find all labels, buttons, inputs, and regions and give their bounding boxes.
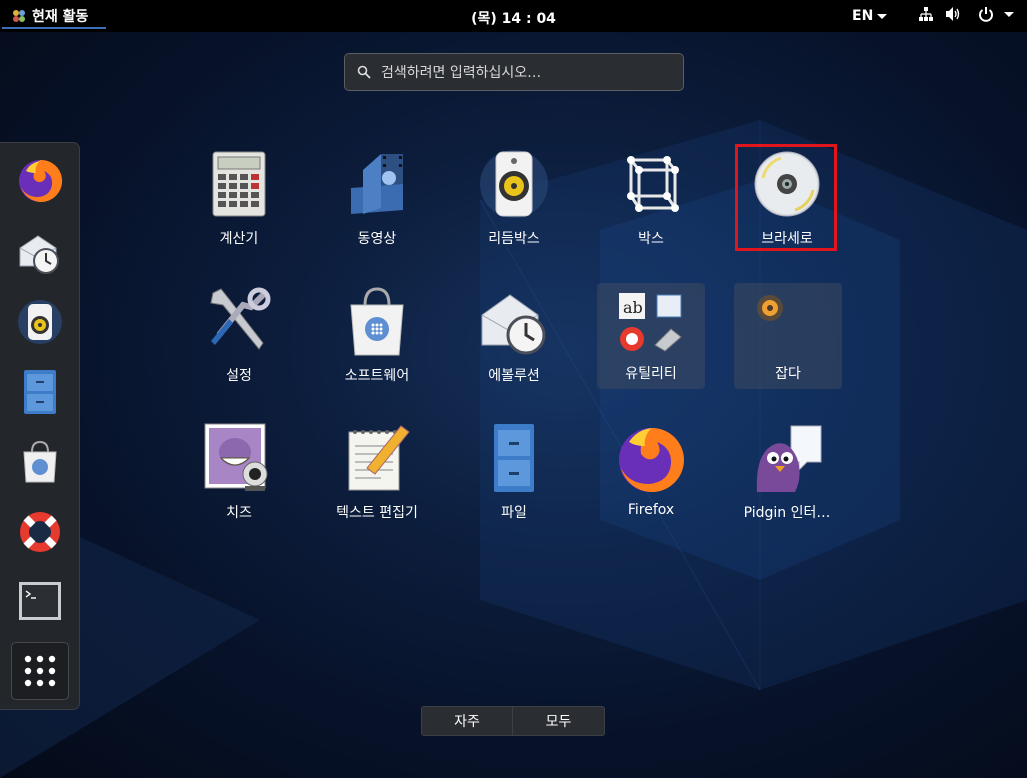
files-icon — [494, 424, 534, 492]
app-pidgin[interactable]: Pidgin 인터… — [733, 422, 841, 540]
app-cheese[interactable]: 치즈 — [185, 422, 293, 540]
dash-item-evolution[interactable] — [11, 223, 69, 281]
text-editor-icon — [348, 425, 410, 491]
dash-item-rhythmbox[interactable] — [11, 293, 69, 351]
help-icon — [20, 512, 60, 552]
app-evolution[interactable]: 에볼루션 — [460, 285, 568, 403]
language-selector[interactable]: EN — [852, 8, 888, 24]
top-bar: 현재 활동 (목) 14 : 04 EN — [0, 0, 1027, 32]
view-toggle: 자주 모두 — [421, 706, 605, 736]
terminal-icon — [19, 582, 61, 620]
app-boxes[interactable]: 박스 — [597, 148, 705, 266]
dash — [0, 142, 80, 710]
evolution-icon — [19, 235, 59, 274]
show-applications-button[interactable] — [11, 642, 69, 700]
dash-item-software[interactable] — [11, 433, 69, 491]
pidgin-icon — [756, 425, 822, 492]
app-calculator[interactable]: 계산기 — [185, 148, 293, 266]
app-label: 텍스트 편집기 — [336, 505, 418, 521]
app-firefox[interactable]: Firefox — [597, 422, 705, 540]
app-software[interactable]: 소프트웨어 — [323, 285, 431, 403]
dash-item-help[interactable] — [11, 503, 69, 561]
app-label: 계산기 — [219, 231, 259, 247]
dash-item-files[interactable] — [11, 363, 69, 421]
app-files[interactable]: 파일 — [460, 422, 568, 540]
power-icon — [979, 7, 993, 22]
app-videos[interactable]: 동영상 — [323, 148, 431, 266]
firefox-icon — [19, 159, 63, 202]
app-label: 파일 — [501, 505, 527, 521]
frequent-button[interactable]: 자주 — [421, 706, 513, 736]
show-apps-icon — [24, 655, 56, 687]
folder-label: 잡다 — [775, 366, 801, 382]
search-input[interactable]: 검색하려면 입력하십시오… — [344, 53, 684, 91]
calculator-icon — [212, 151, 266, 217]
all-button[interactable]: 모두 — [513, 706, 605, 736]
chevron-down-icon — [877, 13, 888, 19]
utilities-folder-icon: ab — [619, 293, 682, 352]
app-label: 리듬박스 — [488, 231, 540, 247]
app-label: 동영상 — [357, 231, 397, 247]
system-menu[interactable] — [918, 6, 1014, 22]
app-label: 에볼루션 — [488, 368, 540, 384]
dash-item-firefox[interactable] — [11, 152, 69, 210]
videos-icon — [351, 154, 403, 214]
volume-icon — [946, 7, 960, 21]
firefox-icon — [619, 427, 684, 492]
search-icon — [357, 65, 371, 79]
app-rhythmbox[interactable]: 리듬박스 — [460, 148, 568, 266]
software-icon — [23, 440, 57, 483]
network-icon — [919, 7, 933, 21]
search-placeholder: 검색하려면 입력하십시오… — [381, 65, 542, 81]
rhythmbox-icon — [480, 150, 548, 218]
cheese-icon — [204, 423, 268, 491]
sundry-folder-icon — [757, 295, 783, 321]
app-settings[interactable]: 설정 — [185, 285, 293, 403]
dash-item-terminal[interactable] — [11, 572, 69, 630]
app-label: 소프트웨어 — [344, 368, 410, 384]
boxes-icon — [627, 156, 679, 212]
app-label: Pidgin 인터… — [743, 505, 831, 521]
files-icon — [24, 370, 56, 414]
evolution-icon — [481, 294, 546, 355]
folder-label: 유틸리티 — [625, 366, 677, 382]
language-label: EN — [852, 8, 874, 24]
app-label: 설정 — [226, 368, 252, 384]
settings-icon — [210, 287, 271, 350]
software-icon — [350, 287, 404, 356]
app-label: 치즈 — [226, 505, 252, 521]
folder-sundry[interactable]: 잡다 — [734, 283, 842, 389]
rhythmbox-icon — [18, 300, 62, 344]
folder-utilities[interactable]: ab 유틸리티 — [597, 283, 705, 389]
chevron-down-icon — [1004, 11, 1014, 17]
selection-highlight — [735, 144, 837, 251]
app-text-editor[interactable]: 텍스트 편집기 — [323, 422, 431, 540]
app-label: Firefox — [627, 502, 675, 518]
svg-text:ab: ab — [623, 298, 643, 317]
app-label: 박스 — [638, 231, 664, 247]
